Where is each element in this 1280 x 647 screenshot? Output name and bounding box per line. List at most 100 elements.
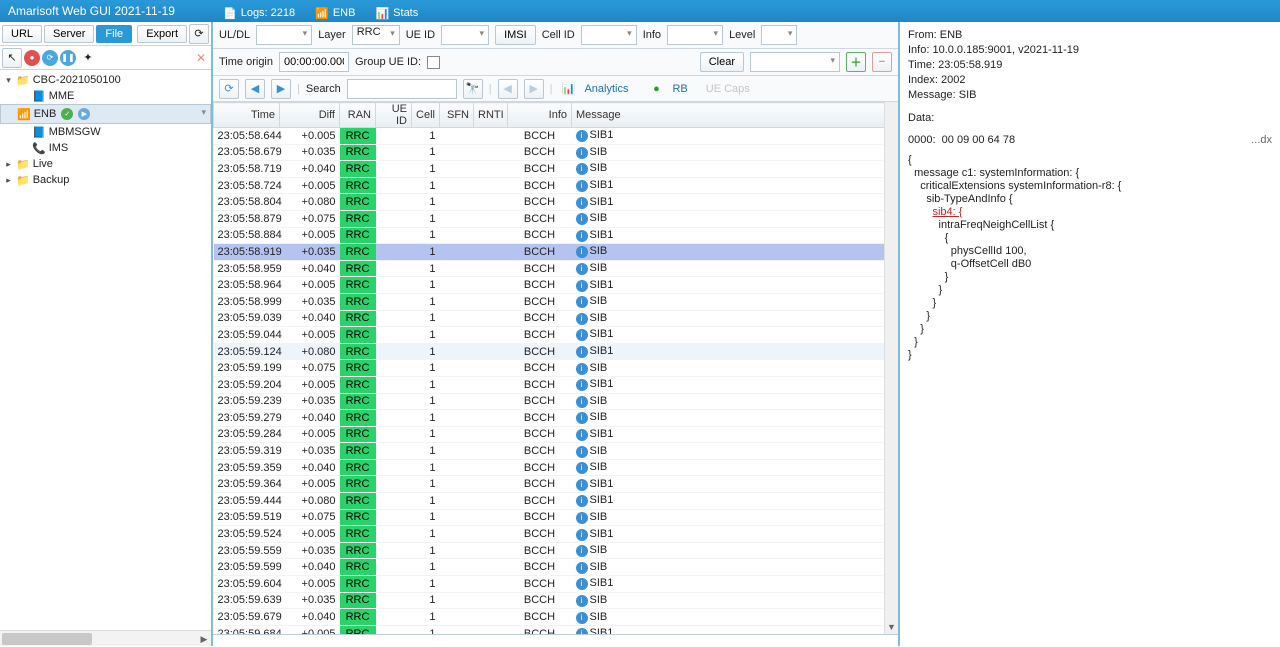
- tree-twisty[interactable]: ▸: [4, 159, 13, 170]
- table-row[interactable]: 23:05:59.204+0.005RRC1BCCHiSIB1: [214, 376, 898, 393]
- col-diff[interactable]: Diff: [280, 103, 340, 128]
- tree-twisty[interactable]: ▾: [4, 75, 13, 86]
- col-time[interactable]: Time: [214, 103, 280, 128]
- table-row[interactable]: 23:05:58.959+0.040RRC1BCCHiSIB: [214, 260, 898, 277]
- col-info[interactable]: Info: [508, 103, 572, 128]
- cell-sfn: [440, 576, 474, 593]
- binoculars-icon[interactable]: 🔭: [463, 79, 483, 99]
- table-row[interactable]: 23:05:58.679+0.035RRC1BCCHiSIB: [214, 144, 898, 161]
- tree-item-live[interactable]: ▸📁Live: [0, 156, 211, 172]
- cellid-select[interactable]: [581, 25, 637, 45]
- record-icon[interactable]: ●: [24, 50, 40, 66]
- cell-ran: RRC: [340, 609, 376, 626]
- table-row[interactable]: 23:05:58.999+0.035RRC1BCCHiSIB: [214, 293, 898, 310]
- table-row[interactable]: 23:05:59.639+0.035RRC1BCCHiSIB: [214, 592, 898, 609]
- scroll-thumb[interactable]: [2, 633, 92, 645]
- tab-1[interactable]: 📶ENB: [305, 1, 365, 22]
- export-button[interactable]: Export: [137, 25, 187, 43]
- cell-msg: iSIB: [572, 559, 898, 576]
- table-row[interactable]: 23:05:59.319+0.035RRC1BCCHiSIB: [214, 443, 898, 460]
- remove-filter-icon[interactable]: −: [872, 52, 892, 72]
- ueid-select[interactable]: [441, 25, 489, 45]
- table-row[interactable]: 23:05:59.039+0.040RRC1BCCHiSIB: [214, 310, 898, 327]
- col-ueid[interactable]: UE ID: [376, 103, 412, 128]
- scroll-right-icon[interactable]: ▶: [197, 631, 211, 647]
- add-filter-icon[interactable]: ＋: [846, 52, 866, 72]
- col-rnti[interactable]: RNTI: [474, 103, 508, 128]
- col-cell[interactable]: Cell: [412, 103, 440, 128]
- tree-item-backup[interactable]: ▸📁Backup: [0, 172, 211, 188]
- tab-0[interactable]: 📄Logs: 2218: [213, 1, 305, 22]
- rb-link[interactable]: RB: [672, 83, 687, 95]
- cell-ran: RRC: [340, 443, 376, 460]
- layer-select[interactable]: RRC: [352, 25, 400, 45]
- search-input[interactable]: [347, 79, 457, 99]
- uldl-select[interactable]: [256, 25, 312, 45]
- file-tree: ▾📁CBC-2021050100📘MME📶ENB✓▶📘MBMSGW📞IMS▸📁L…: [0, 70, 211, 630]
- table-row[interactable]: 23:05:59.524+0.005RRC1BCCHiSIB1: [214, 526, 898, 543]
- table-row[interactable]: 23:05:59.284+0.005RRC1BCCHiSIB1: [214, 426, 898, 443]
- table-row[interactable]: 23:05:58.919+0.035RRC1BCCHiSIB: [214, 244, 898, 261]
- cursor-icon[interactable]: ↖: [2, 48, 22, 68]
- timeorigin-input[interactable]: [279, 52, 349, 72]
- wand-icon[interactable]: ✦: [78, 48, 98, 68]
- table-row[interactable]: 23:05:59.684+0.005RRC1BCCHiSIB1: [214, 625, 898, 634]
- tree-twisty[interactable]: ▸: [4, 175, 13, 186]
- url-button[interactable]: URL: [2, 25, 42, 43]
- h-scrollbar[interactable]: ◀ ▶: [0, 630, 211, 646]
- save-filter-select[interactable]: [750, 52, 840, 72]
- tree-item-cbc-2021050100[interactable]: ▾📁CBC-2021050100: [0, 72, 211, 88]
- table-row[interactable]: 23:05:58.884+0.005RRC1BCCHiSIB1: [214, 227, 898, 244]
- tree-item-mbmsgw[interactable]: 📘MBMSGW: [0, 124, 211, 140]
- tree-item-mme[interactable]: 📘MME: [0, 88, 211, 104]
- cell-info: BCCH: [508, 393, 572, 410]
- table-row[interactable]: 23:05:59.359+0.040RRC1BCCHiSIB: [214, 459, 898, 476]
- analytics-link[interactable]: Analytics: [584, 83, 628, 95]
- table-row[interactable]: 23:05:58.964+0.005RRC1BCCHiSIB1: [214, 277, 898, 294]
- reload-icon[interactable]: ⟳: [42, 50, 58, 66]
- prev-result-icon[interactable]: ◀: [498, 79, 518, 99]
- server-button[interactable]: Server: [44, 25, 94, 43]
- col-sfn[interactable]: SFN: [440, 103, 474, 128]
- table-row[interactable]: 23:05:58.724+0.005RRC1BCCHiSIB1: [214, 177, 898, 194]
- groupueid-checkbox[interactable]: [427, 56, 440, 69]
- table-row[interactable]: 23:05:59.199+0.075RRC1BCCHiSIB: [214, 360, 898, 377]
- table-row[interactable]: 23:05:59.239+0.035RRC1BCCHiSIB: [214, 393, 898, 410]
- table-row[interactable]: 23:05:59.444+0.080RRC1BCCHiSIB1: [214, 493, 898, 510]
- level-select[interactable]: [761, 25, 797, 45]
- table-row[interactable]: 23:05:59.279+0.040RRC1BCCHiSIB: [214, 410, 898, 427]
- refresh-icon[interactable]: ⟳: [189, 24, 209, 44]
- table-row[interactable]: 23:05:59.599+0.040RRC1BCCHiSIB: [214, 559, 898, 576]
- close-icon[interactable]: ✕: [193, 50, 209, 66]
- info-select[interactable]: [667, 25, 723, 45]
- v-scrollbar[interactable]: ▼: [884, 102, 898, 634]
- tree-item-enb[interactable]: 📶ENB✓▶: [0, 104, 211, 124]
- next-icon[interactable]: ▶: [271, 79, 291, 99]
- table-row[interactable]: 23:05:59.044+0.005RRC1BCCHiSIB1: [214, 327, 898, 344]
- tree-item-ims[interactable]: 📞IMS: [0, 140, 211, 156]
- table-row[interactable]: 23:05:59.364+0.005RRC1BCCHiSIB1: [214, 476, 898, 493]
- file-button[interactable]: File: [96, 25, 132, 43]
- table-row[interactable]: 23:05:59.559+0.035RRC1BCCHiSIB: [214, 542, 898, 559]
- cell-time: 23:05:58.964: [214, 277, 280, 294]
- table-row[interactable]: 23:05:59.604+0.005RRC1BCCHiSIB1: [214, 576, 898, 593]
- table-row[interactable]: 23:05:58.719+0.040RRC1BCCHiSIB: [214, 161, 898, 178]
- scroll-down-icon[interactable]: ▼: [887, 620, 896, 634]
- table-row[interactable]: 23:05:59.519+0.075RRC1BCCHiSIB: [214, 509, 898, 526]
- refresh-grid-icon[interactable]: ⟳: [219, 79, 239, 99]
- clear-button[interactable]: Clear: [700, 52, 744, 72]
- pause-icon[interactable]: ❚❚: [60, 50, 76, 66]
- tab-2[interactable]: 📊Stats: [365, 1, 428, 22]
- imsi-button[interactable]: IMSI: [495, 25, 536, 45]
- prev-icon[interactable]: ◀: [245, 79, 265, 99]
- next-result-icon[interactable]: ▶: [524, 79, 544, 99]
- table-row[interactable]: 23:05:59.679+0.040RRC1BCCHiSIB: [214, 609, 898, 626]
- table-row[interactable]: 23:05:59.124+0.080RRC1BCCHiSIB1: [214, 343, 898, 360]
- col-message[interactable]: Message: [572, 103, 898, 128]
- table-row[interactable]: 23:05:58.804+0.080RRC1BCCHiSIB1: [214, 194, 898, 211]
- col-ran[interactable]: RAN: [340, 103, 376, 128]
- cell-ran: RRC: [340, 177, 376, 194]
- table-row[interactable]: 23:05:58.879+0.075RRC1BCCHiSIB: [214, 210, 898, 227]
- log-grid[interactable]: TimeDiffRANUE IDCellSFNRNTIInfoMessage 2…: [213, 102, 898, 634]
- table-row[interactable]: 23:05:58.644+0.005RRC1BCCHiSIB1: [214, 128, 898, 145]
